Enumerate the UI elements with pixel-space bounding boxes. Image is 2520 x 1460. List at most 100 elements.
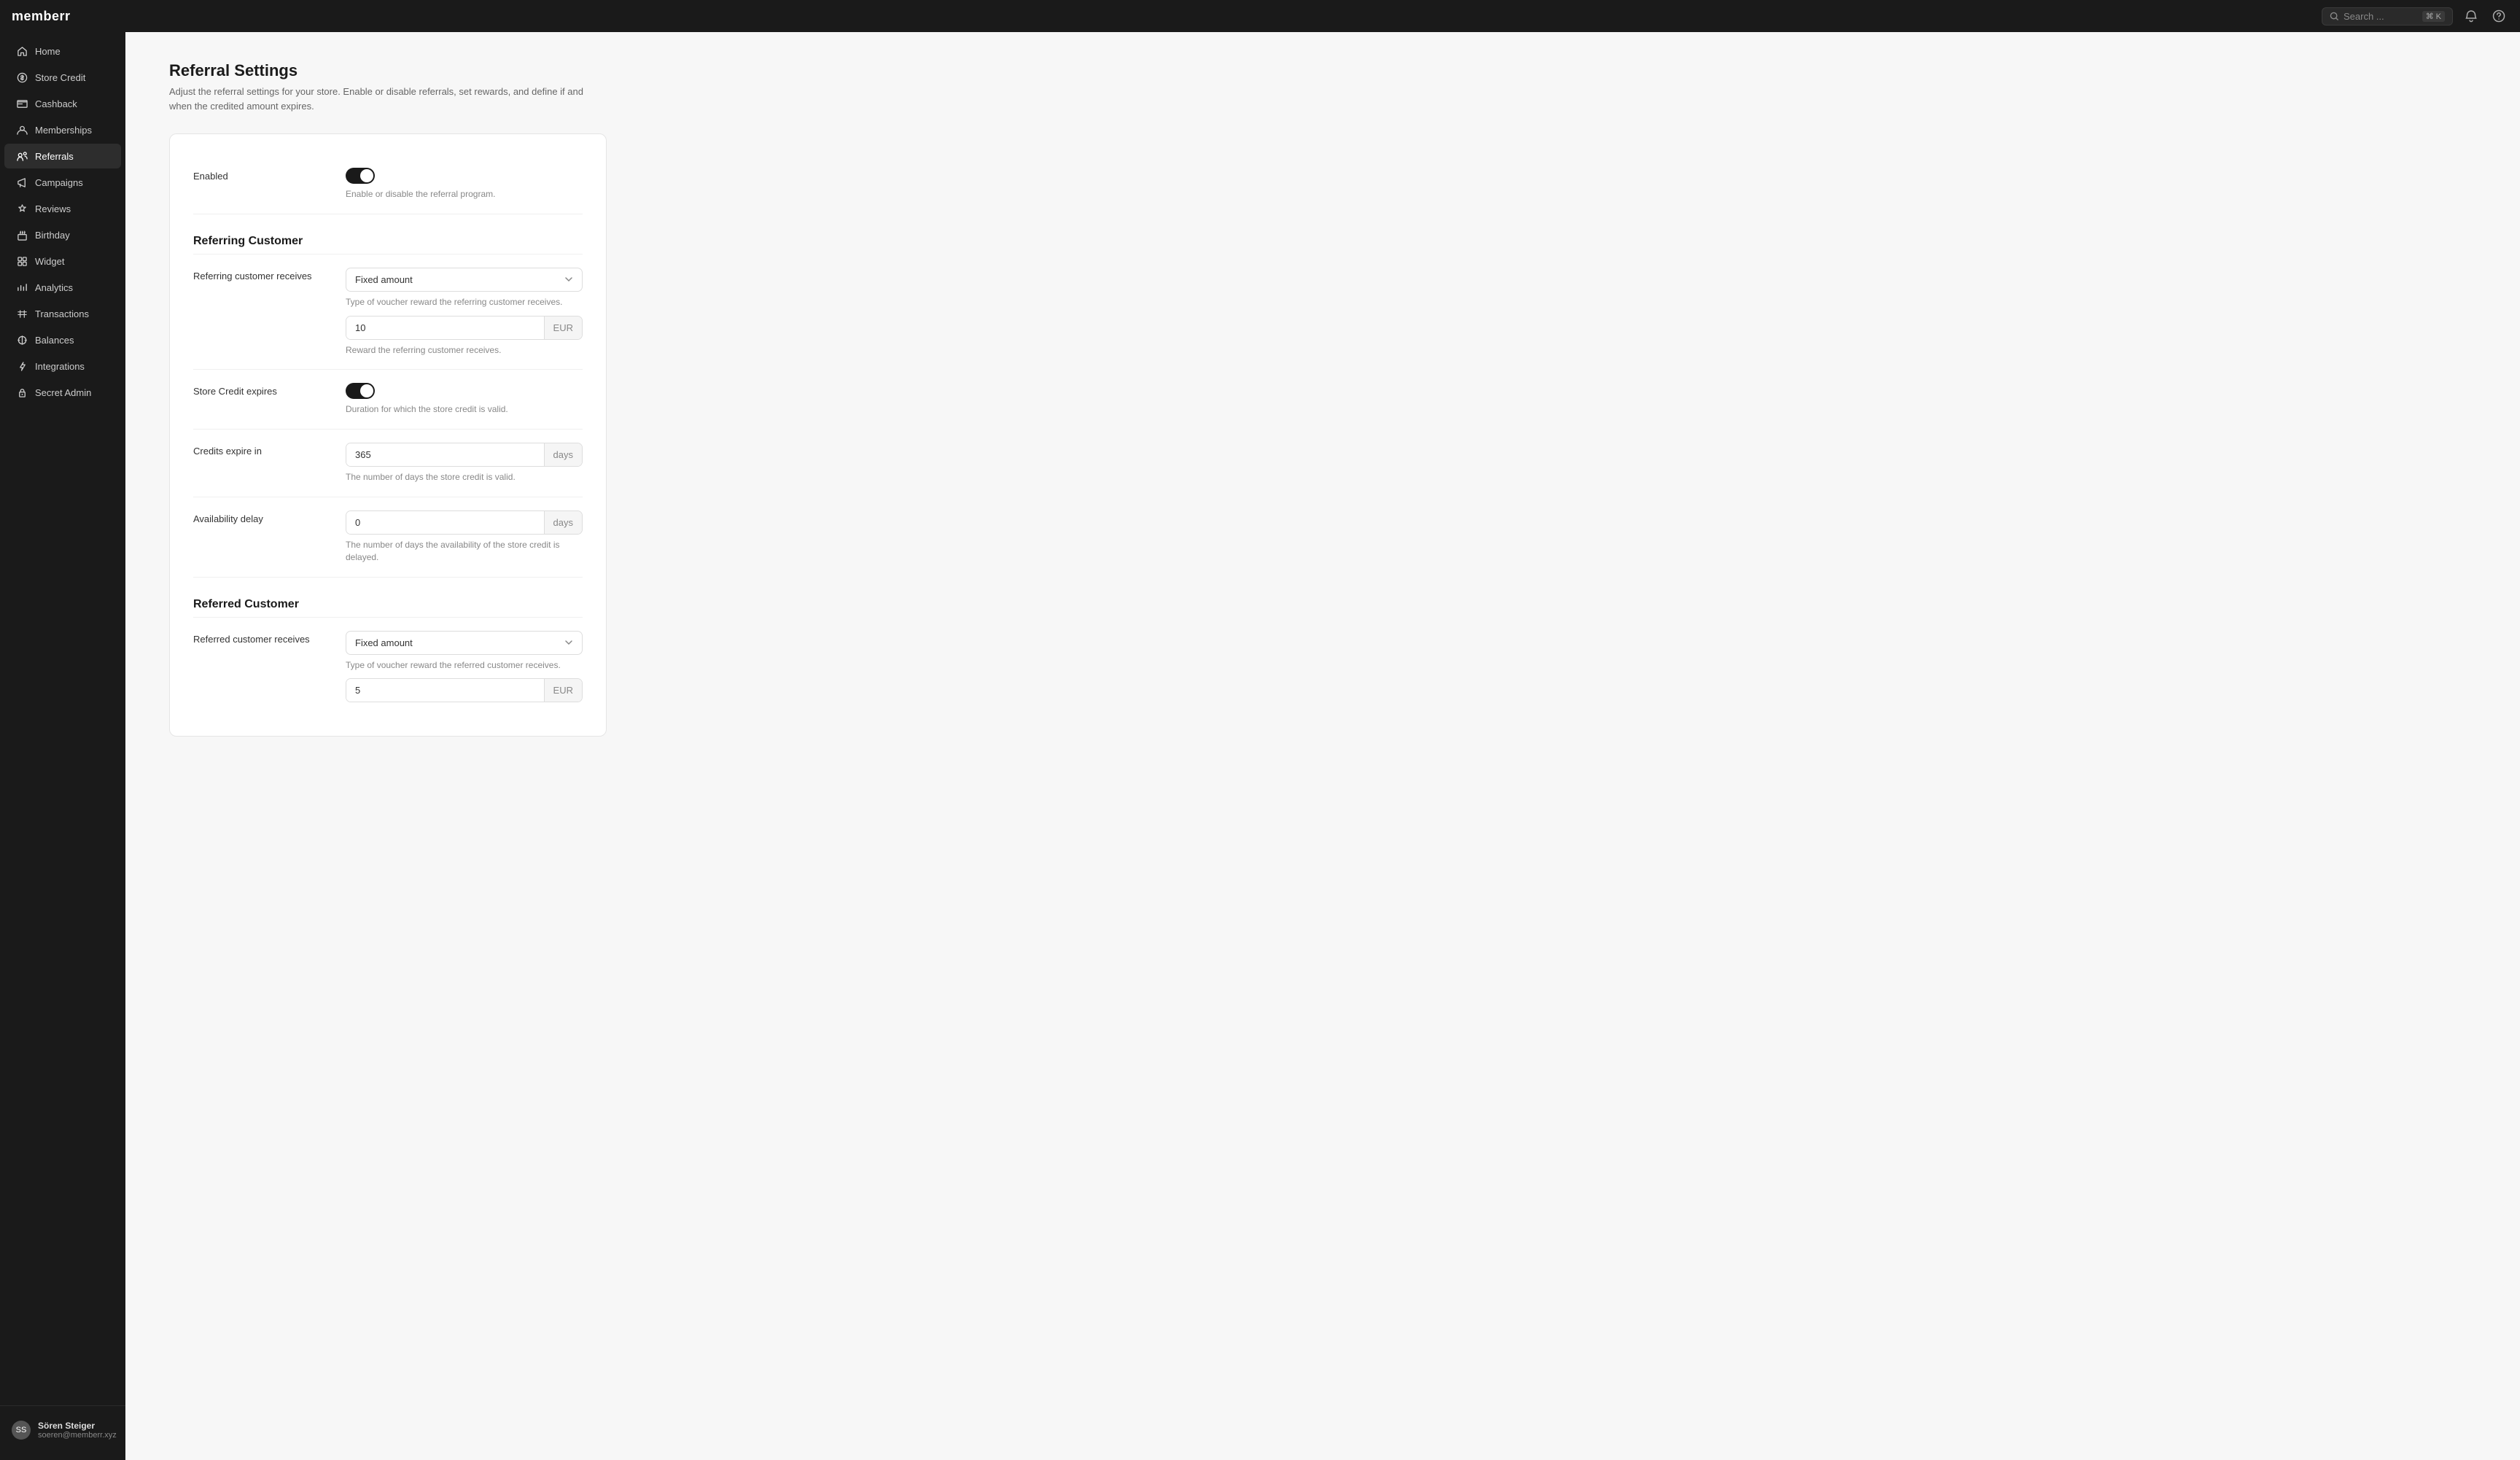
secret-icon [16, 387, 28, 398]
credits-expire-input[interactable] [346, 443, 544, 466]
referred-reward-select[interactable]: Fixed amountPercentage [346, 631, 583, 655]
referring-customer-label: Referring customer receives [193, 268, 328, 281]
store-credit-expires-toggle[interactable] [346, 383, 375, 399]
enabled-hint: Enable or disable the referral program. [346, 188, 583, 201]
sidebar-label-analytics: Analytics [35, 282, 73, 293]
sidebar-label-reviews: Reviews [35, 203, 71, 214]
user-avatar: SS [12, 1421, 31, 1440]
availability-delay-hint: The number of days the availability of t… [346, 539, 583, 564]
referring-amount-group: EUR Reward the referring customer receiv… [346, 316, 583, 357]
sidebar-item-campaigns[interactable]: Campaigns [4, 170, 121, 195]
analytics-icon [16, 281, 28, 293]
credit-icon [16, 71, 28, 83]
toggle-thumb [360, 169, 373, 182]
sidebar-item-widget[interactable]: Widget [4, 249, 121, 273]
referred-reward-type-row: Referred customer receives Fixed amountP… [193, 618, 583, 716]
availability-delay-control: days The number of days the availability… [346, 510, 583, 564]
home-icon [16, 45, 28, 57]
sidebar-item-store-credit[interactable]: Store Credit [4, 65, 121, 90]
cashback-icon [16, 98, 28, 109]
referrals-icon [16, 150, 28, 162]
sidebar-label-integrations: Integrations [35, 361, 85, 372]
sidebar-label-memberships: Memberships [35, 125, 92, 136]
sidebar-item-analytics[interactable]: Analytics [4, 275, 121, 300]
widget-icon [16, 255, 28, 267]
user-profile[interactable]: SS Sören Steiger soeren@memberr.xyz [4, 1415, 121, 1445]
enabled-toggle[interactable] [346, 168, 375, 184]
settings-card: Enabled Enable or disable the referral p… [169, 133, 607, 737]
referring-reward-type-row: Referring customer receives Fixed amount… [193, 255, 583, 370]
credits-expire-label: Credits expire in [193, 443, 328, 457]
referred-reward-control: Fixed amountPercentage Type of voucher r… [346, 631, 583, 703]
referred-amount-group: EUR [346, 678, 583, 702]
user-name: Sören Steiger [38, 1421, 117, 1431]
sidebar-item-cashback[interactable]: Cashback [4, 91, 121, 116]
referring-section-title: Referring Customer [193, 229, 583, 248]
referred-amount-input-wrapper: EUR [346, 678, 583, 702]
store-credit-expires-row: Store Credit expires Duration for which … [193, 370, 583, 430]
birthday-icon [16, 229, 28, 241]
referred-section-header: Referred Customer [193, 578, 583, 618]
main-content: Referral Settings Adjust the referral se… [125, 32, 2520, 1460]
store-credit-expires-hint: Duration for which the store credit is v… [346, 403, 583, 416]
sidebar-item-home[interactable]: Home [4, 39, 121, 63]
sidebar-item-balances[interactable]: Balances [4, 327, 121, 352]
sidebar: Home Store Credit Cashback [0, 32, 125, 1460]
availability-delay-row: Availability delay days The number of da… [193, 497, 583, 578]
referred-amount-input[interactable] [346, 679, 544, 702]
referring-reward-select[interactable]: Fixed amountPercentage [346, 268, 583, 292]
referring-amount-suffix: EUR [544, 317, 582, 339]
page-description: Adjust the referral settings for your st… [169, 85, 607, 113]
sidebar-item-referrals[interactable]: Referrals [4, 144, 121, 168]
sidebar-item-transactions[interactable]: Transactions [4, 301, 121, 326]
referred-customer-label: Referred customer receives [193, 631, 328, 645]
search-shortcut: ⌘ K [2422, 11, 2445, 22]
sidebar-bottom: SS Sören Steiger soeren@memberr.xyz [0, 1405, 125, 1454]
referred-amount-suffix: EUR [544, 679, 582, 702]
app-logo: memberr [12, 9, 71, 24]
store-credit-expires-control: Duration for which the store credit is v… [346, 383, 583, 416]
topbar: memberr Search ... ⌘ K [0, 0, 2520, 32]
sidebar-item-secret-admin[interactable]: Secret Admin [4, 380, 121, 405]
sidebar-item-integrations[interactable]: Integrations [4, 354, 121, 378]
store-credit-expires-label: Store Credit expires [193, 383, 328, 397]
reviews-icon [16, 203, 28, 214]
user-email: soeren@memberr.xyz [38, 1431, 117, 1440]
enabled-control: Enable or disable the referral program. [346, 168, 583, 201]
search-icon [2330, 12, 2339, 21]
sidebar-item-birthday[interactable]: Birthday [4, 222, 121, 247]
sidebar-label-referrals: Referrals [35, 151, 74, 162]
availability-delay-input-wrapper: days [346, 510, 583, 535]
credits-expire-suffix: days [544, 443, 582, 466]
page-title: Referral Settings [169, 61, 2476, 80]
sidebar-item-memberships[interactable]: Memberships [4, 117, 121, 142]
topbar-right: Search ... ⌘ K [2322, 7, 2508, 26]
sidebar-item-reviews[interactable]: Reviews [4, 196, 121, 221]
user-details: Sören Steiger soeren@memberr.xyz [38, 1421, 117, 1440]
transactions-icon [16, 308, 28, 319]
integrations-icon [16, 360, 28, 372]
sidebar-label-balances: Balances [35, 335, 74, 346]
page-header: Referral Settings Adjust the referral se… [169, 61, 2476, 113]
balances-icon [16, 334, 28, 346]
referring-reward-hint: Type of voucher reward the referring cus… [346, 296, 583, 308]
sidebar-label-home: Home [35, 46, 61, 57]
help-button[interactable] [2489, 7, 2508, 26]
availability-delay-input[interactable] [346, 511, 544, 534]
sidebar-label-campaigns: Campaigns [35, 177, 83, 188]
credits-expire-input-wrapper: days [346, 443, 583, 467]
sidebar-label-store-credit: Store Credit [35, 72, 85, 83]
campaigns-icon [16, 176, 28, 188]
notifications-button[interactable] [2462, 7, 2481, 26]
referring-amount-hint: Reward the referring customer receives. [346, 344, 583, 357]
enabled-label: Enabled [193, 168, 328, 182]
referring-amount-input-wrapper: EUR [346, 316, 583, 340]
sidebar-label-secret-admin: Secret Admin [35, 387, 91, 398]
credits-expire-hint: The number of days the store credit is v… [346, 471, 583, 484]
search-placeholder: Search ... [2344, 11, 2384, 22]
referred-section-title: Referred Customer [193, 592, 583, 611]
referring-amount-input[interactable] [346, 317, 544, 339]
sidebar-label-cashback: Cashback [35, 98, 77, 109]
search-box[interactable]: Search ... ⌘ K [2322, 7, 2453, 26]
referring-section-header: Referring Customer [193, 214, 583, 255]
